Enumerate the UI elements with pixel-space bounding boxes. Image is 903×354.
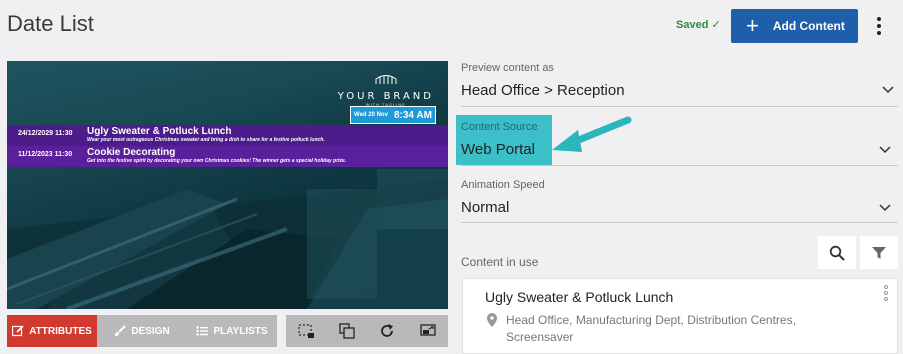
- divider: [461, 222, 898, 223]
- filter-button[interactable]: [860, 236, 898, 269]
- search-button[interactable]: [818, 236, 856, 269]
- clock-time: 8:34 AM: [393, 109, 432, 121]
- kebab-menu-icon[interactable]: [870, 14, 888, 38]
- event-row: 24/12/2029 11:30 Ugly Sweater & Potluck …: [7, 125, 448, 146]
- content-card-locations: Head Office, Manufacturing Dept, Distrib…: [506, 313, 796, 344]
- brand-text: YOUR BRAND: [337, 91, 434, 102]
- layers-icon[interactable]: [335, 319, 359, 343]
- chevron-down-icon[interactable]: [879, 202, 891, 212]
- add-content-label: Add Content: [772, 19, 845, 33]
- machinery-background: [7, 169, 448, 309]
- brand-icon: [375, 75, 397, 84]
- chevron-down-icon[interactable]: [879, 144, 891, 154]
- event-list: 24/12/2029 11:30 Ugly Sweater & Potluck …: [7, 125, 448, 167]
- chevron-down-icon[interactable]: [882, 84, 894, 94]
- event-date: 11/12/2023 11:30: [18, 151, 73, 158]
- divider: [461, 106, 898, 107]
- saved-label: Saved: [676, 19, 709, 31]
- refresh-icon[interactable]: [375, 319, 399, 343]
- brand-logo: YOUR BRAND WITH TAGLINE: [338, 71, 434, 107]
- add-content-button[interactable]: + Add Content: [731, 9, 858, 43]
- clock-date: Wed 20 Nov: [354, 112, 388, 118]
- preview-tools-toolbar: [286, 315, 448, 347]
- screen-share-icon[interactable]: [416, 319, 440, 343]
- animation-speed-select[interactable]: Normal: [461, 199, 509, 216]
- content-card[interactable]: Ugly Sweater & Potluck Lunch Head Office…: [462, 278, 898, 354]
- check-icon: ✓: [711, 19, 721, 31]
- tab-attributes[interactable]: ATTRIBUTES: [7, 315, 97, 347]
- animation-speed-label: Animation Speed: [461, 179, 545, 191]
- content-in-use-label: Content in use: [461, 255, 539, 269]
- preview-mode-toolbar: ATTRIBUTES DESIGN PLAYLISTS: [7, 315, 277, 347]
- crop-icon[interactable]: [294, 319, 318, 343]
- divider: [461, 165, 898, 166]
- tab-attributes-label: ATTRIBUTES: [29, 325, 92, 337]
- event-title: Cookie Decorating: [87, 147, 176, 158]
- event-title: Ugly Sweater & Potluck Lunch: [87, 126, 232, 137]
- tab-design-label: DESIGN: [131, 325, 170, 337]
- preview-as-select[interactable]: Head Office > Reception: [461, 82, 625, 99]
- location-pin-icon: [487, 313, 497, 327]
- brush-icon: [115, 325, 127, 336]
- preview-as-label: Preview content as: [461, 62, 554, 74]
- plus-icon: +: [746, 13, 759, 38]
- saved-status: Saved ✓: [676, 18, 721, 31]
- content-source-label: Content Source: [461, 121, 538, 133]
- arrow-annotation-icon: [552, 116, 632, 152]
- filter-icon: [872, 246, 886, 259]
- content-card-title: Ugly Sweater & Potluck Lunch: [485, 289, 674, 305]
- page-title: Date List: [7, 11, 94, 36]
- tab-playlists-label: PLAYLISTS: [213, 325, 268, 337]
- content-source-select[interactable]: Web Portal: [461, 141, 535, 158]
- edit-icon: [12, 325, 24, 337]
- content-preview: YOUR BRAND WITH TAGLINE Wed 20 Nov 8:34 …: [7, 61, 448, 309]
- tab-design[interactable]: DESIGN: [97, 315, 187, 347]
- tab-playlists[interactable]: PLAYLISTS: [187, 315, 277, 347]
- search-icon: [829, 245, 845, 261]
- event-description: Wear your most outrageous Christmas swea…: [87, 137, 325, 143]
- drag-handle-icon[interactable]: [884, 285, 888, 301]
- event-row: 11/12/2023 11:30 Cookie Decorating Get i…: [7, 146, 448, 167]
- event-description: Get into the festive spirit by decoratin…: [87, 158, 347, 164]
- event-date: 24/12/2029 11:30: [18, 130, 73, 137]
- list-icon: [196, 326, 209, 336]
- clock-widget: Wed 20 Nov 8:34 AM: [350, 106, 436, 124]
